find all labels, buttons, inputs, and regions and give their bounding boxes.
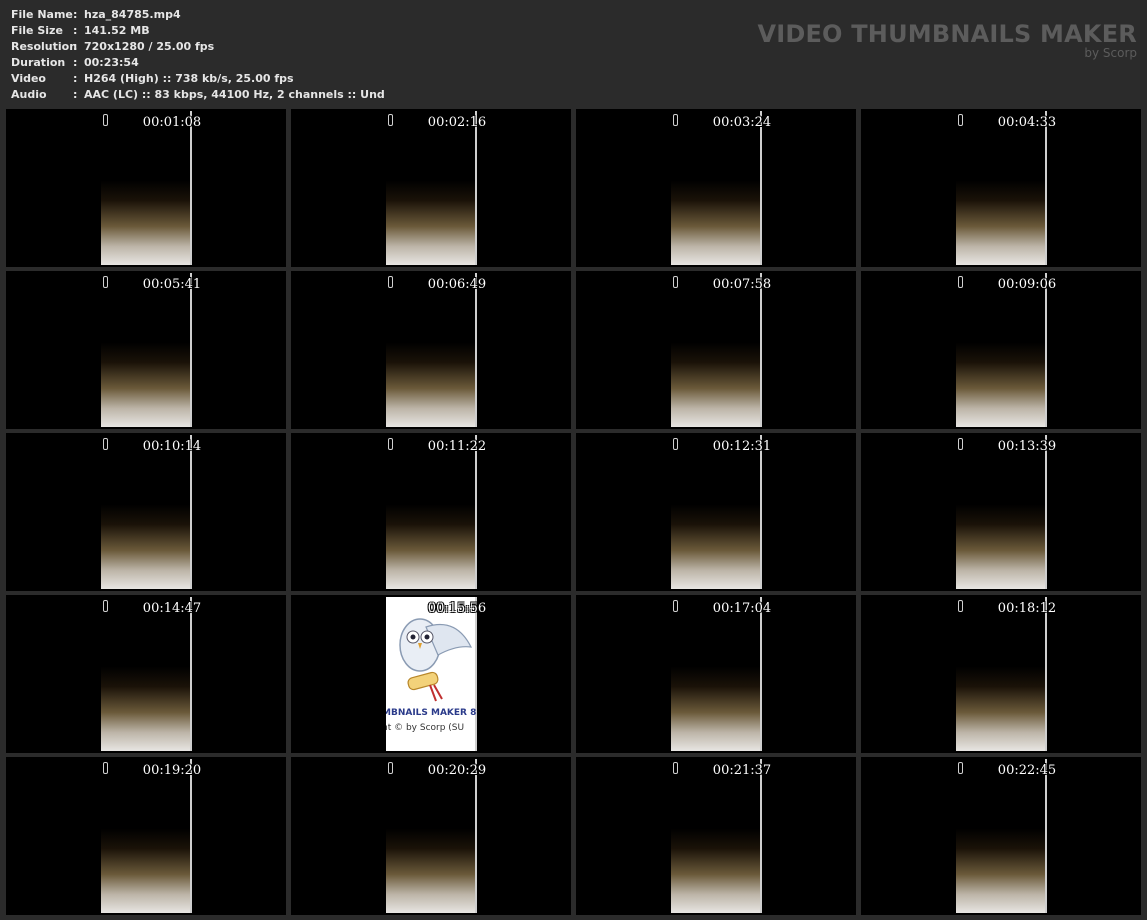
timestamp: 00:17:04 (712, 601, 772, 616)
thumbnail: 00:12:31 (576, 433, 856, 591)
thumbnail: 00:13:39 (861, 433, 1141, 591)
thumbnail: 00:14:47 (6, 595, 286, 753)
video-value: H264 (High) :: 738 kb/s, 25.00 fps (84, 72, 294, 85)
video-frame (386, 435, 477, 589)
video-sep: : (73, 72, 78, 85)
thumbnail: 00:18:12 (861, 595, 1141, 753)
timestamp: 00:05:41 (142, 277, 202, 292)
timestamp: 00:10:14 (142, 439, 202, 454)
timestamp: 00:12:31 (712, 439, 772, 454)
timestamp: 00:22:45 (997, 763, 1057, 778)
thumbnail: 00:10:14 (6, 433, 286, 591)
video-frame (101, 435, 192, 589)
thumbnail: 00:20:29 (291, 757, 571, 915)
video-frame (671, 597, 762, 751)
thumbnail: 00:11:22 (291, 433, 571, 591)
video-frame (101, 759, 192, 913)
thumbnail: 00:07:58 (576, 271, 856, 429)
thumbnail: 00:03:24 (576, 109, 856, 267)
thumbnail: 00:01:08 (6, 109, 286, 267)
video-frame (956, 435, 1047, 589)
thumbnail: 00:17:04 (576, 595, 856, 753)
resolution-row: Resolution : 720x1280 / 25.00 fps (11, 39, 385, 55)
video-frame (956, 759, 1047, 913)
file-size-sep: : (73, 24, 78, 37)
thumbnail: 00:19:20 (6, 757, 286, 915)
timestamp: 00:15:56 (427, 601, 487, 616)
thumbnail: 00:02:16 (291, 109, 571, 267)
video-frame (956, 273, 1047, 427)
thumbnail: 00:06:49 (291, 271, 571, 429)
owl-caption-title: MBNAILS MAKER 8 (386, 708, 477, 718)
video-frame (671, 273, 762, 427)
thumbnail-grid: 00:01:08 00:02:16 00:03:24 00:04:33 00:05:41… (6, 109, 1141, 915)
file-name-row: File Name : hza_84785.mp4 (11, 7, 385, 23)
video-frame (671, 435, 762, 589)
info-header: File Name : hza_84785.mp4 File Size : 14… (0, 0, 1147, 108)
file-name-key: File Name (11, 8, 73, 21)
owl-logo-frame: MBNAILS MAKER 8 nt © by Scorp (SU (386, 597, 477, 751)
timestamp: 00:21:37 (712, 763, 772, 778)
audio-row: Audio : AAC (LC) :: 83 kbps, 44100 Hz, 2… (11, 87, 385, 103)
timestamp: 00:18:12 (997, 601, 1057, 616)
resolution-key: Resolution (11, 40, 78, 53)
thumbnail: 00:21:37 (576, 757, 856, 915)
file-name-sep: : (73, 8, 78, 21)
video-frame (386, 273, 477, 427)
audio-sep: : (73, 88, 78, 101)
resolution-value: 720x1280 / 25.00 fps (84, 40, 215, 53)
file-info: File Name : hza_84785.mp4 File Size : 14… (11, 7, 385, 103)
thumbnail: 00:05:41 (6, 271, 286, 429)
duration-row: Duration : 00:23:54 (11, 55, 385, 71)
thumbnail: 00:09:06 (861, 271, 1141, 429)
thumbnail: MBNAILS MAKER 8 nt © by Scorp (SU 00:15:56 (291, 595, 571, 753)
duration-sep: : (73, 56, 78, 69)
video-key: Video (11, 72, 46, 85)
video-frame (956, 597, 1047, 751)
video-row: Video : H264 (High) :: 738 kb/s, 25.00 f… (11, 71, 385, 87)
video-frame (101, 597, 192, 751)
video-frame (956, 111, 1047, 265)
file-size-key: File Size (11, 24, 63, 37)
owl-caption-copyright: nt © by Scorp (SU (386, 723, 465, 733)
timestamp: 00:04:33 (997, 115, 1057, 130)
timestamp: 00:19:20 (142, 763, 202, 778)
video-frame (671, 111, 762, 265)
duration-value: 00:23:54 (84, 56, 139, 69)
audio-key: Audio (11, 88, 47, 101)
brand-title: VIDEO THUMBNAILS MAKER (757, 20, 1137, 48)
timestamp: 00:02:16 (427, 115, 487, 130)
timestamp: 00:06:49 (427, 277, 487, 292)
resolution-sep: : (73, 40, 78, 53)
timestamp: 00:03:24 (712, 115, 772, 130)
timestamp: 00:11:22 (427, 439, 487, 454)
video-frame (101, 273, 192, 427)
video-frame (671, 759, 762, 913)
thumbnail: 00:22:45 (861, 757, 1141, 915)
video-frame (386, 111, 477, 265)
video-frame (101, 111, 192, 265)
video-frame (386, 759, 477, 913)
timestamp: 00:20:29 (427, 763, 487, 778)
timestamp: 00:09:06 (997, 277, 1057, 292)
file-name-value: hza_84785.mp4 (84, 8, 181, 21)
audio-value: AAC (LC) :: 83 kbps, 44100 Hz, 2 channel… (84, 88, 385, 101)
thumbnail: 00:04:33 (861, 109, 1141, 267)
file-size-value: 141.52 MB (84, 24, 150, 37)
timestamp: 00:07:58 (712, 277, 772, 292)
brand-subtitle: by Scorp (1084, 46, 1137, 60)
brand-logo: VIDEO THUMBNAILS MAKER by Scorp (757, 20, 1137, 59)
timestamp: 00:01:08 (142, 115, 202, 130)
timestamp: 00:13:39 (997, 439, 1057, 454)
timestamp: 00:14:47 (142, 601, 202, 616)
duration-key: Duration (11, 56, 66, 69)
file-size-row: File Size : 141.52 MB (11, 23, 385, 39)
